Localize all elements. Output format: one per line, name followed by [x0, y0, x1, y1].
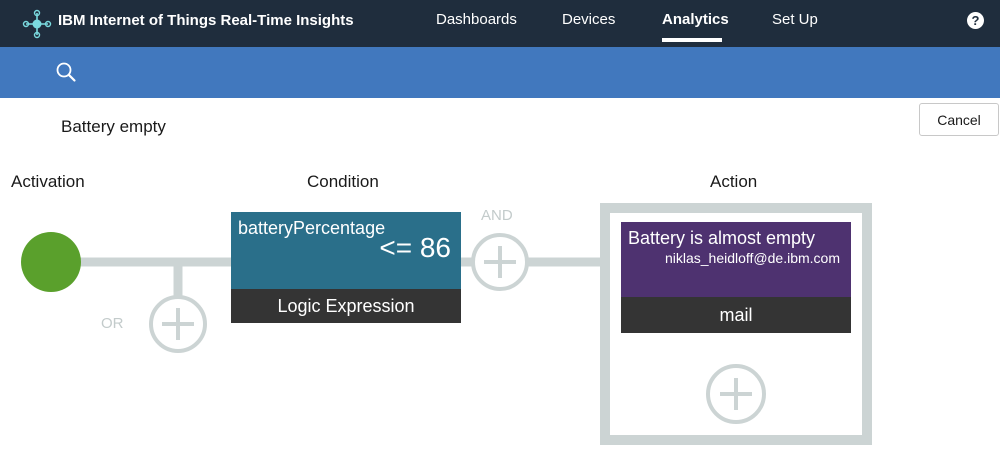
- condition-card-body: batteryPercentage <= 86: [231, 212, 461, 289]
- condition-type-label: Logic Expression: [231, 289, 461, 323]
- add-action-icon[interactable]: [706, 364, 766, 424]
- or-label: OR: [101, 315, 124, 332]
- action-recipient: niklas_heidloff@de.ibm.com: [664, 250, 840, 266]
- and-label: AND: [481, 207, 513, 224]
- condition-card[interactable]: batteryPercentage <= 86 Logic Expression: [231, 212, 461, 323]
- activation-node-icon[interactable]: [21, 232, 81, 292]
- action-title: Battery is almost empty: [628, 228, 816, 248]
- action-type-label: mail: [621, 297, 851, 333]
- action-card-body: Battery is almost empty niklas_heidloff@…: [621, 222, 851, 297]
- add-or-condition-icon[interactable]: [149, 295, 207, 353]
- add-and-condition-icon[interactable]: [471, 233, 529, 291]
- action-card[interactable]: Battery is almost empty niklas_heidloff@…: [621, 222, 851, 333]
- condition-field: batteryPercentage: [238, 218, 386, 238]
- condition-expression: <= 86: [379, 232, 451, 263]
